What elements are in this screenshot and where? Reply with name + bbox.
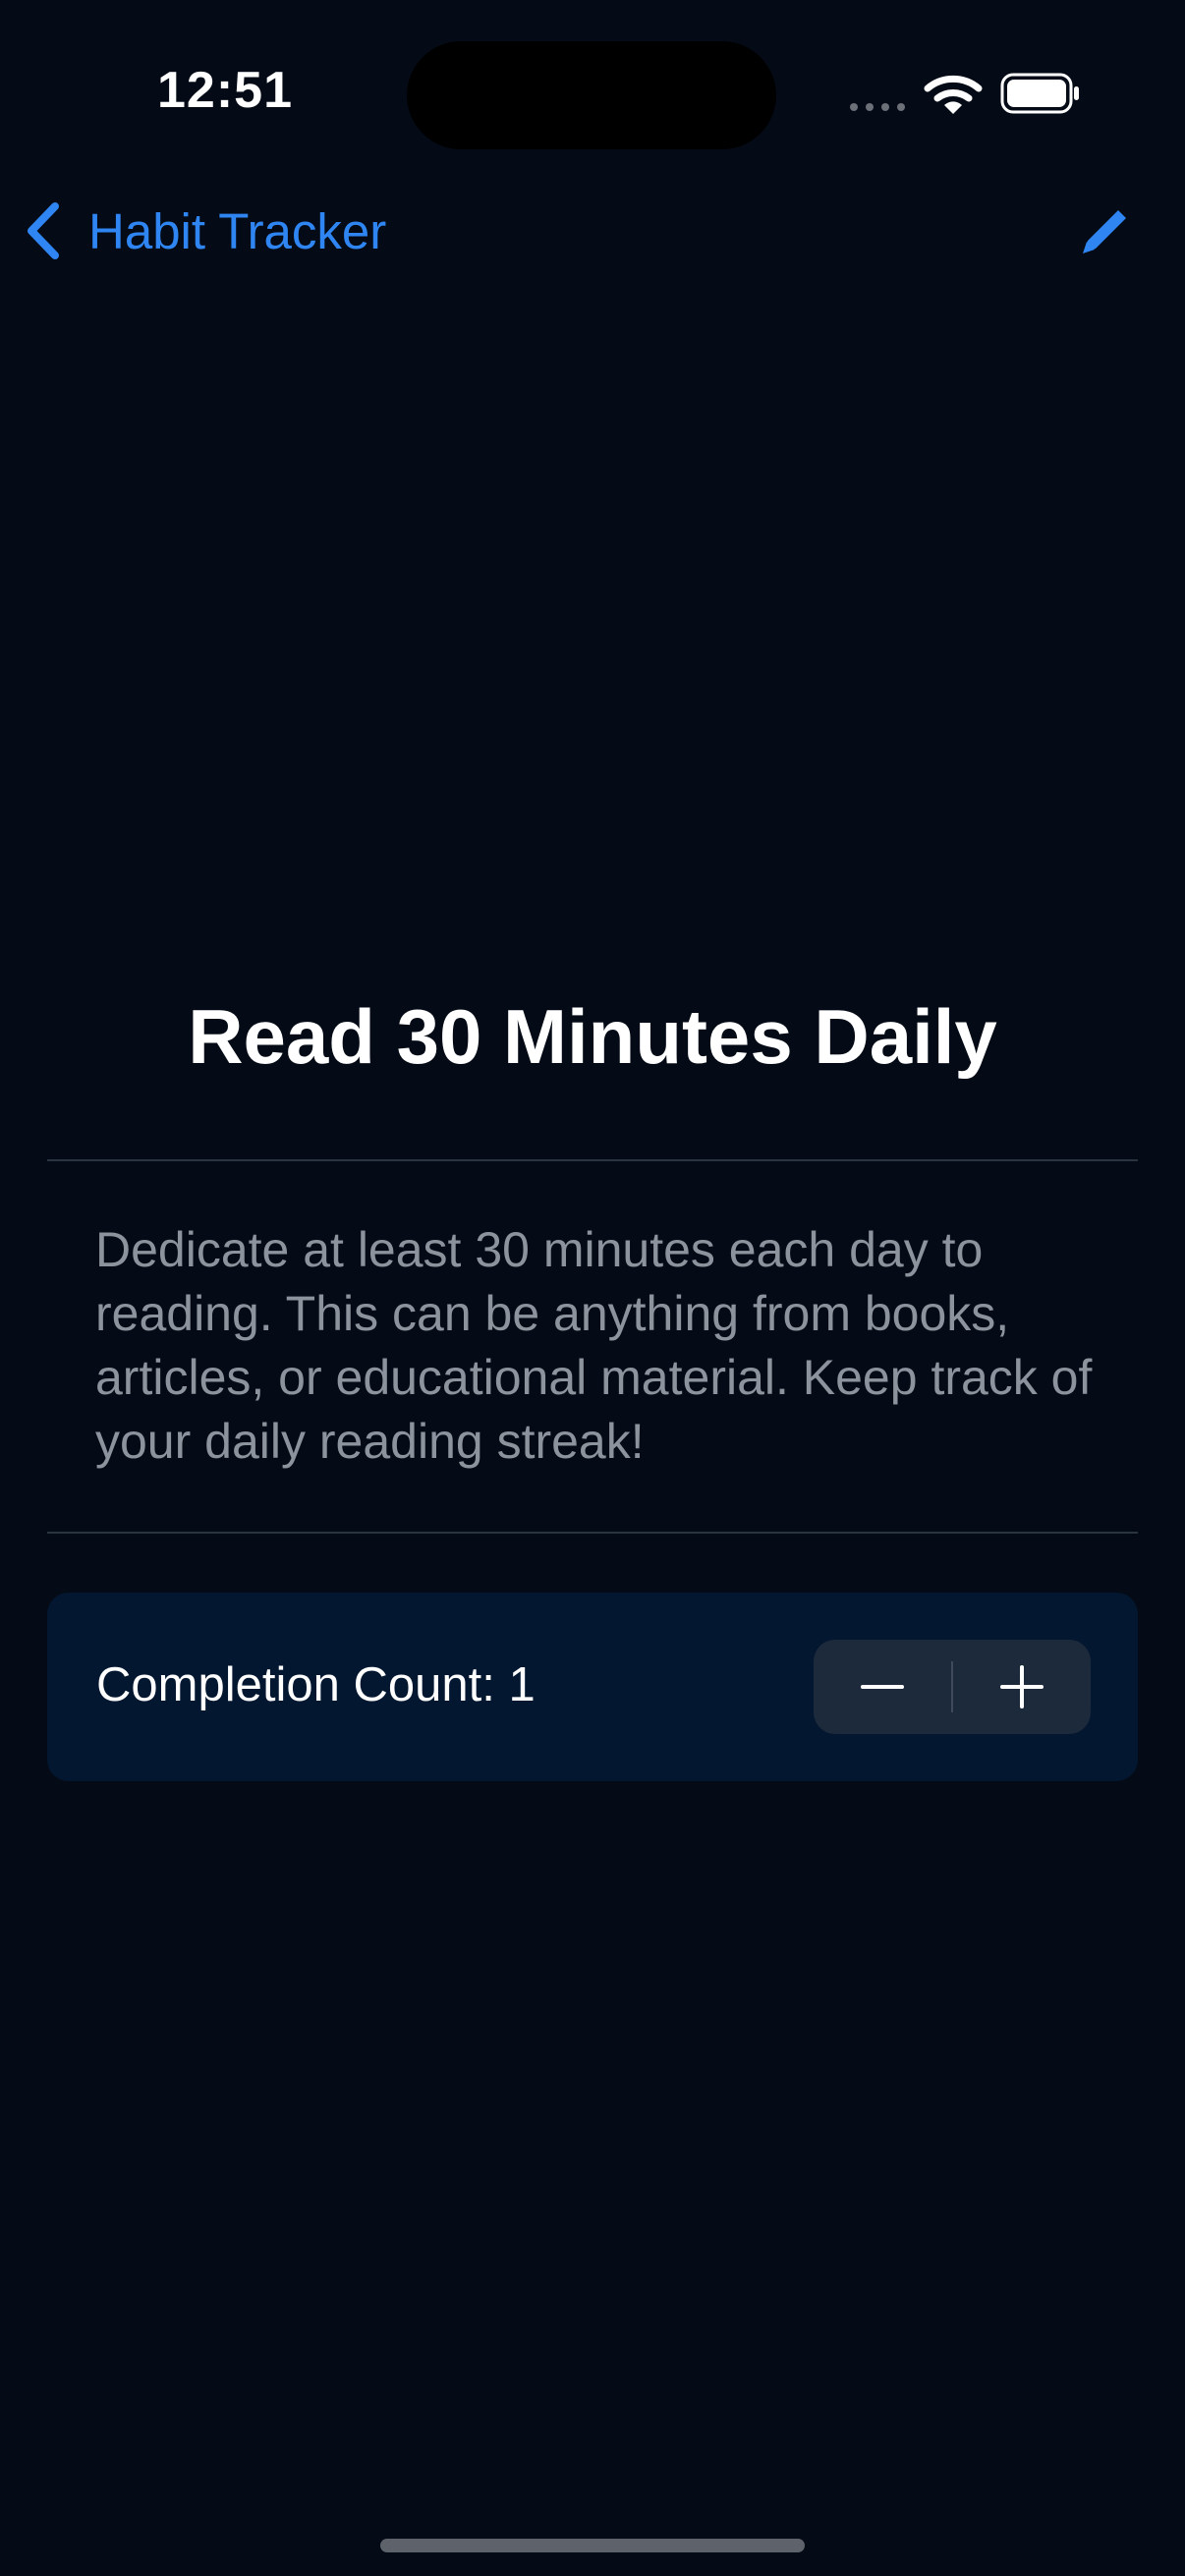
back-button[interactable]: Habit Tracker <box>24 196 386 265</box>
divider-bottom <box>47 1532 1138 1534</box>
habit-description: Dedicate at least 30 minutes each day to… <box>95 1222 1093 1469</box>
status-time: 12:51 <box>157 62 293 119</box>
habit-title: Read 30 Minutes Daily <box>188 993 997 1080</box>
completion-count-label: Completion Count: 1 <box>96 1658 536 1711</box>
divider-top <box>47 1159 1138 1161</box>
chevron-left-icon <box>28 202 59 259</box>
battery-icon <box>1000 73 1079 114</box>
decrement-button[interactable] <box>814 1640 951 1734</box>
plus-icon <box>999 1665 1044 1708</box>
wifi-icon <box>924 75 983 114</box>
dynamic-island <box>407 41 776 149</box>
cellular-signal-icon <box>850 103 905 111</box>
habit-detail-screen: 12:51 Habit Tracker Read 30 Minutes Dail… <box>0 0 1185 2576</box>
increment-button[interactable] <box>953 1640 1091 1734</box>
minus-icon <box>861 1685 904 1689</box>
home-indicator[interactable] <box>380 2539 805 2552</box>
back-button-label: Habit Tracker <box>88 202 387 259</box>
completion-stepper <box>814 1640 1091 1734</box>
pencil-icon[interactable] <box>1075 202 1134 261</box>
completion-card: Completion Count: 1 <box>47 1593 1138 1781</box>
